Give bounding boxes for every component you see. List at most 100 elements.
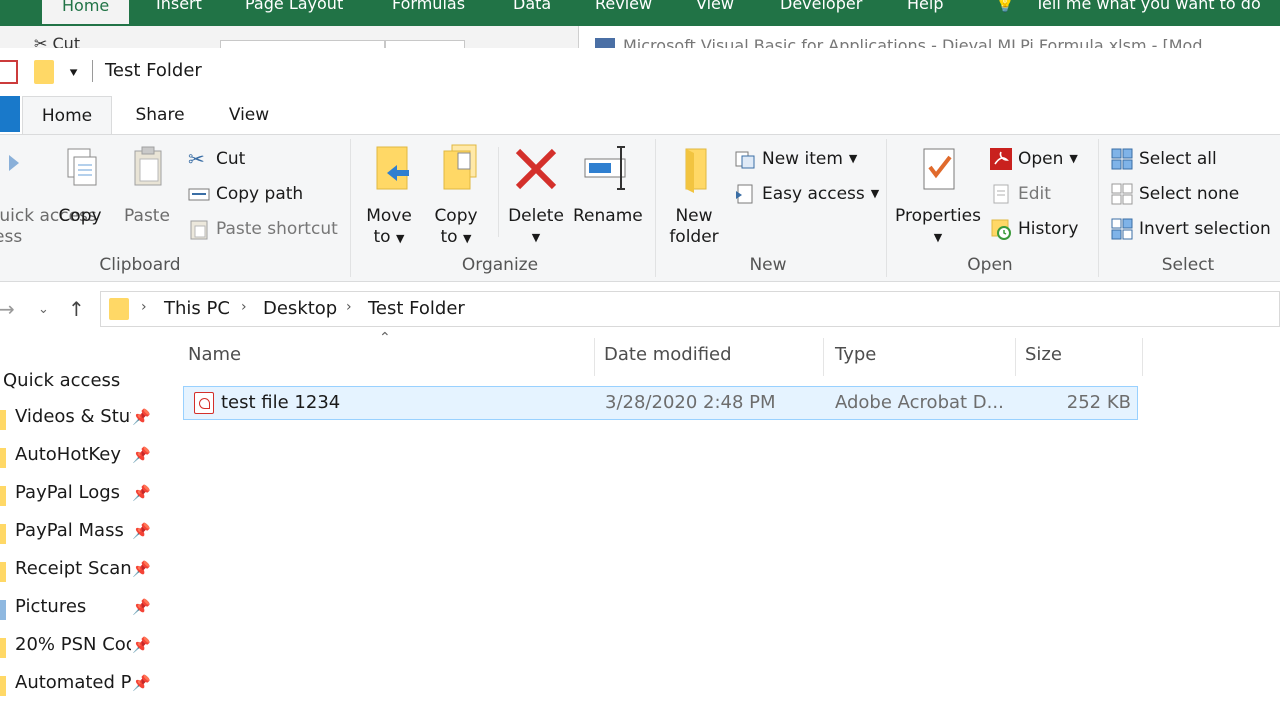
excel-tab-help[interactable]: Help [907, 0, 943, 13]
breadcrumb-this-pc[interactable]: This PC [164, 298, 230, 319]
new-folder-button[interactable]: New folder [664, 143, 724, 248]
nav-item-videos[interactable]: Videos & Stuff 📌 [0, 400, 158, 436]
breadcrumb-desktop[interactable]: Desktop [263, 298, 337, 319]
scissors-icon: ✂ [188, 147, 205, 171]
column-separator[interactable] [1015, 338, 1016, 376]
invert-selection-button[interactable]: Invert selection [1111, 215, 1271, 243]
new-item-button[interactable]: New item ▼ [734, 145, 857, 173]
chevron-right-icon[interactable]: › [141, 299, 147, 315]
excel-tab-insert[interactable]: Insert [156, 0, 202, 13]
delete-x-icon [515, 148, 557, 190]
nav-item-pictures[interactable]: Pictures 📌 [0, 590, 158, 626]
select-none-button[interactable]: Select none [1111, 180, 1239, 208]
chevron-down-icon: ▼ [1069, 152, 1078, 165]
tab-view[interactable]: View [210, 96, 288, 134]
folder-icon [0, 524, 6, 544]
delete-button[interactable]: Delete ▼ [505, 143, 567, 248]
column-header-name[interactable]: Name [188, 344, 241, 365]
edit-icon [993, 184, 1009, 204]
group-separator [886, 139, 887, 277]
folder-icon [0, 562, 6, 582]
excel-tab-page-layout[interactable]: Page Layout [245, 0, 343, 13]
properties-check-icon[interactable] [0, 60, 18, 84]
open-button[interactable]: Open ▼ [990, 145, 1078, 173]
copy-icon [67, 148, 97, 186]
excel-tab-home[interactable]: Home [42, 0, 130, 24]
up-arrow-icon[interactable]: ↑ [68, 297, 85, 321]
new-folder-quick-icon[interactable] [34, 60, 54, 84]
group-label-new: New [749, 255, 787, 275]
chevron-down-icon: ▼ [531, 231, 541, 244]
nav-item-receipt-scans[interactable]: Receipt Scans 📌 [0, 552, 158, 588]
folder-icon [0, 448, 6, 468]
paste-icon [134, 146, 162, 186]
column-separator[interactable] [823, 338, 824, 376]
cut-button[interactable]: ✂ Cut [188, 145, 245, 173]
copy-path-button[interactable]: Copy path [188, 180, 303, 208]
vba-window-title[interactable]: Microsoft Visual Basic for Applications … [578, 26, 1280, 48]
chevron-right-icon[interactable]: › [241, 299, 247, 315]
column-separator[interactable] [1142, 338, 1143, 376]
nav-quick-access[interactable]: Quick access [3, 370, 120, 391]
nav-item-psn-codes[interactable]: 20% PSN Codes 📌 [0, 628, 158, 664]
folder-icon [0, 410, 6, 430]
copy-button[interactable]: Copy [52, 143, 108, 227]
column-header-size[interactable]: Size [1025, 344, 1062, 365]
pin-icon: 📌 [132, 408, 151, 426]
properties-button[interactable]: Properties ▼ [894, 143, 982, 248]
column-header-date-modified[interactable]: Date modified [604, 344, 732, 365]
excel-tab-view[interactable]: View [696, 0, 734, 13]
pin-to-quick-access-button[interactable]: Quick access ess [0, 143, 97, 248]
file-list: ⌃ Name Date modified Type Size test file… [158, 330, 1280, 720]
move-to-button[interactable]: Move to ▼ [360, 143, 418, 249]
excel-ribbon: Home Insert Page Layout Formulas Data Re… [0, 0, 1280, 26]
pin-icon: 📌 [132, 674, 151, 692]
invert-selection-icon [1111, 218, 1133, 240]
copy-path-icon [188, 188, 210, 201]
chevron-right-icon[interactable]: › [346, 299, 352, 315]
recent-locations-chevron-icon[interactable]: ⌄ [38, 302, 49, 317]
breadcrumb-test-folder[interactable]: Test Folder [368, 298, 465, 319]
history-button[interactable]: History [990, 215, 1078, 243]
pin-icon: 📌 [132, 522, 151, 540]
tab-share[interactable]: Share [120, 96, 200, 134]
excel-font-box[interactable] [220, 40, 385, 48]
column-separator[interactable] [594, 338, 595, 376]
excel-tell-me[interactable]: Tell me what you want to do [1035, 0, 1261, 13]
excel-tab-developer[interactable]: Developer [780, 0, 862, 13]
address-bar[interactable]: › This PC › Desktop › Test Folder [100, 291, 1280, 327]
easy-access-button[interactable]: Easy access ▼ [734, 180, 879, 208]
excel-tab-data[interactable]: Data [513, 0, 551, 13]
copy-to-button[interactable]: Copy to ▼ [427, 143, 485, 249]
pdf-open-icon [990, 148, 1012, 170]
chevron-down-icon: ▼ [463, 232, 472, 245]
pin-icon: 📌 [132, 484, 151, 502]
chevron-down-icon: ▼ [396, 232, 405, 245]
file-tab[interactable] [0, 96, 20, 132]
group-separator [655, 139, 656, 277]
move-to-icon [376, 146, 409, 190]
customize-toolbar-dropdown-icon[interactable]: ⯆ [68, 66, 79, 82]
paste-shortcut-button[interactable]: Paste shortcut [188, 215, 338, 243]
nav-item-automated[interactable]: Automated P 📌 [0, 666, 158, 702]
forward-arrow-icon[interactable]: → [0, 297, 15, 321]
excel-size-box[interactable] [385, 40, 465, 48]
file-name: test file 1234 [221, 392, 341, 413]
nav-item-paypal-mass-pay[interactable]: PayPal Mass Pay 📌 [0, 514, 158, 550]
vba-icon [595, 38, 615, 48]
nav-item-autohotkey[interactable]: AutoHotKey 📌 [0, 438, 158, 474]
rename-button[interactable]: Rename [573, 143, 643, 227]
file-type: Adobe Acrobat D... [835, 392, 1004, 413]
tab-home[interactable]: Home [22, 96, 112, 134]
column-header-type[interactable]: Type [835, 344, 876, 365]
excel-tab-review[interactable]: Review [595, 0, 652, 13]
file-row[interactable]: test file 1234 3/28/2020 2:48 PM Adobe A… [183, 386, 1138, 420]
properties-icon [923, 148, 955, 190]
edit-button[interactable]: Edit [990, 180, 1051, 208]
select-all-button[interactable]: Select all [1111, 145, 1217, 173]
nav-item-paypal-logs[interactable]: PayPal Logs 📌 [0, 476, 158, 512]
screen: Home Insert Page Layout Formulas Data Re… [0, 0, 1280, 720]
excel-cut[interactable]: ✂ Cut [34, 34, 80, 48]
excel-tab-formulas[interactable]: Formulas [392, 0, 465, 13]
paste-button[interactable]: Paste [118, 143, 176, 227]
